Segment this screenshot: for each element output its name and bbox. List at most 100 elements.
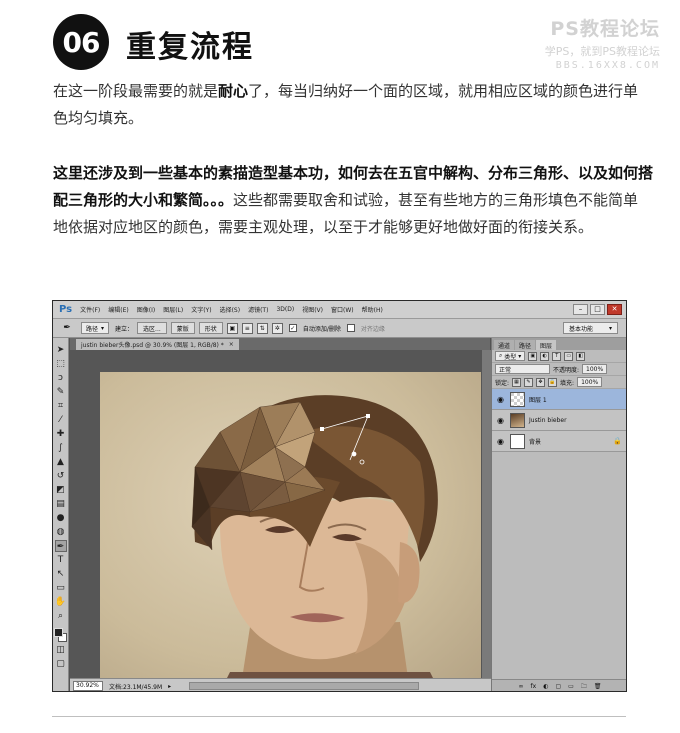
menu-layer[interactable]: 图层(L) — [163, 305, 183, 314]
layer-style-icon[interactable]: fx — [531, 683, 537, 690]
eye-icon[interactable]: ◉ — [495, 437, 506, 446]
horizontal-scrollbar[interactable] — [189, 682, 420, 690]
layer-row-layer1[interactable]: ◉ 图层 1 — [492, 389, 626, 410]
shape-tool-icon[interactable]: ▭ — [55, 582, 67, 594]
lock-row: 锁定: ▦ ✎ ✥ 🔒 填充: 100% — [492, 376, 626, 389]
adjustment-layer-icon[interactable]: ◐ — [543, 683, 548, 690]
path-alignment-icon[interactable]: ≡ — [241, 322, 253, 334]
brush-tool-icon[interactable]: ∫ — [55, 442, 67, 454]
pen-tool-preset-icon[interactable]: ✒ — [59, 322, 75, 335]
chevron-down-icon: ▾ — [608, 324, 612, 332]
make-shape-button[interactable]: 形状 — [198, 322, 223, 334]
menu-select[interactable]: 选择(S) — [220, 305, 241, 314]
layer-thumbnail — [510, 412, 525, 428]
layer-thumbnail — [510, 391, 525, 407]
type-tool-icon[interactable]: T — [55, 554, 67, 566]
lock-position-icon[interactable]: ✥ — [536, 377, 546, 387]
gear-icon[interactable]: ✲ — [271, 322, 283, 334]
crop-tool-icon[interactable]: ⌗ — [55, 400, 67, 412]
gradient-tool-icon[interactable]: ▤ — [55, 498, 67, 510]
paragraph-patience: 在这一阶段最需要的就是耐心了，每当归纳好一个面的区域，就用相应区域的颜色进行单色… — [53, 78, 653, 132]
pen-tool-icon[interactable]: ✒ — [54, 540, 67, 552]
minimize-button[interactable]: – — [573, 304, 588, 315]
menu-help[interactable]: 帮助(H) — [362, 305, 383, 314]
marquee-tool-icon[interactable]: ⬚ — [55, 358, 67, 370]
layer-filter-select[interactable]: ⌕ 类型 ▾ — [495, 351, 526, 361]
menu-edit[interactable]: 编辑(E) — [108, 305, 128, 314]
portrait-canvas[interactable] — [100, 372, 481, 678]
eye-icon[interactable]: ◉ — [495, 395, 506, 404]
trash-icon[interactable]: 🗑 — [594, 683, 602, 690]
align-edges-checkbox[interactable] — [346, 324, 355, 332]
adjustment-filter-icon[interactable]: ◐ — [540, 351, 550, 361]
lock-pixels-icon[interactable]: ✎ — [524, 377, 534, 387]
tool-mode-select[interactable]: 路径 ▾ — [81, 322, 110, 334]
path-arrangement-icon[interactable]: ⇅ — [256, 322, 268, 334]
eraser-tool-icon[interactable]: ◩ — [55, 484, 67, 496]
tab-layers[interactable]: 图层 — [536, 340, 557, 350]
close-icon[interactable]: × — [229, 341, 234, 348]
add-mask-icon[interactable]: ▢ — [555, 683, 561, 690]
link-layers-icon[interactable]: ∞ — [519, 683, 524, 690]
history-brush-tool-icon[interactable]: ↺ — [55, 470, 67, 482]
layer-actions-bar: ∞ fx ◐ ▢ ▭ 🗀 🗑 — [492, 679, 626, 692]
lock-all-icon[interactable]: 🔒 — [548, 377, 558, 387]
path-operations-icon[interactable]: ▣ — [226, 322, 238, 334]
quick-select-tool-icon[interactable]: ✎ — [55, 386, 67, 398]
dodge-tool-icon[interactable]: ◍ — [55, 526, 67, 538]
zoom-level-field[interactable]: 30.92% — [73, 681, 103, 691]
menu-file[interactable]: 文件(F) — [80, 305, 100, 314]
layer-row-background[interactable]: ◉ 背景 🔒 — [492, 431, 626, 452]
lasso-tool-icon[interactable]: ↄ — [55, 372, 67, 384]
hand-tool-icon[interactable]: ✋ — [55, 596, 67, 608]
screen-mode-icon[interactable]: ▢ — [55, 658, 67, 670]
path-selection-tool-icon[interactable]: ↖ — [55, 568, 67, 580]
maximize-button[interactable]: □ — [590, 304, 605, 315]
make-selection-button[interactable]: 选区... — [137, 322, 167, 334]
tab-channels[interactable]: 通道 — [494, 340, 515, 350]
image-filter-icon[interactable]: ▣ — [528, 351, 538, 361]
opacity-field[interactable]: 100% — [582, 364, 608, 374]
tab-paths[interactable]: 路径 — [515, 340, 536, 350]
zoom-tool-icon[interactable]: ⌕ — [55, 610, 67, 622]
menu-view[interactable]: 视图(V) — [302, 305, 323, 314]
lock-transparent-icon[interactable]: ▦ — [512, 377, 522, 387]
healing-brush-tool-icon[interactable]: ✚ — [55, 428, 67, 440]
menu-3d[interactable]: 3D(D) — [276, 306, 294, 313]
menu-window[interactable]: 窗口(W) — [331, 305, 354, 314]
window-controls: – □ ✕ — [573, 304, 622, 315]
tools-panel: ➤ ⬚ ↄ ✎ ⌗ ⁄ ✚ ∫ ▲ ↺ ◩ ▤ ● ◍ ✒ T ↖ ▭ ✋ ⌕ … — [53, 338, 69, 691]
shape-filter-icon[interactable]: ▭ — [564, 351, 574, 361]
chevron-down-icon: ▾ — [101, 324, 105, 332]
eye-icon[interactable]: ◉ — [495, 416, 506, 425]
color-swatches[interactable] — [54, 628, 67, 642]
clone-stamp-tool-icon[interactable]: ▲ — [55, 456, 67, 468]
type-filter-icon[interactable]: T — [552, 351, 562, 361]
blur-tool-icon[interactable]: ● — [55, 512, 67, 524]
menu-image[interactable]: 图像(I) — [137, 305, 155, 314]
fill-field[interactable]: 100% — [577, 377, 603, 387]
document-size-info[interactable]: 文档:23.1M/45.9M — [109, 682, 162, 691]
smart-object-filter-icon[interactable]: ◧ — [576, 351, 586, 361]
move-tool-icon[interactable]: ➤ — [55, 344, 67, 356]
canvas-area[interactable] — [70, 350, 491, 678]
chevron-right-icon[interactable]: ▸ — [168, 683, 171, 690]
quick-mask-icon[interactable]: ◫ — [55, 644, 67, 656]
new-group-icon[interactable]: 🗀 — [581, 682, 587, 692]
new-layer-icon[interactable]: ▭ — [568, 683, 574, 690]
foreground-color-swatch[interactable] — [54, 628, 63, 637]
workspace-select[interactable]: 基本功能 ▾ — [562, 322, 618, 334]
vertical-scrollbar[interactable] — [482, 350, 491, 678]
site-watermark: PS教程论坛 学PS，就到PS教程论坛 BBS.16XX8.COM — [545, 14, 660, 71]
close-button[interactable]: ✕ — [607, 304, 622, 315]
document-tab-bar: justin bieber头像.psd @ 30.9% (图层 1, RGB/8… — [70, 338, 490, 350]
menu-type[interactable]: 文字(Y) — [191, 305, 211, 314]
menu-filter[interactable]: 滤镜(T) — [248, 305, 268, 314]
eyedropper-tool-icon[interactable]: ⁄ — [55, 414, 67, 426]
make-mask-button[interactable]: 蒙版 — [170, 322, 195, 334]
auto-add-delete-checkbox[interactable]: ✓ — [288, 324, 297, 332]
layer-row-justin-bieber[interactable]: ◉ Justin bieber — [492, 410, 626, 431]
blend-mode-select[interactable]: 正常 — [495, 364, 550, 374]
document-tab[interactable]: justin bieber头像.psd @ 30.9% (图层 1, RGB/8… — [76, 339, 239, 350]
photoshop-logo: Ps — [59, 304, 73, 315]
